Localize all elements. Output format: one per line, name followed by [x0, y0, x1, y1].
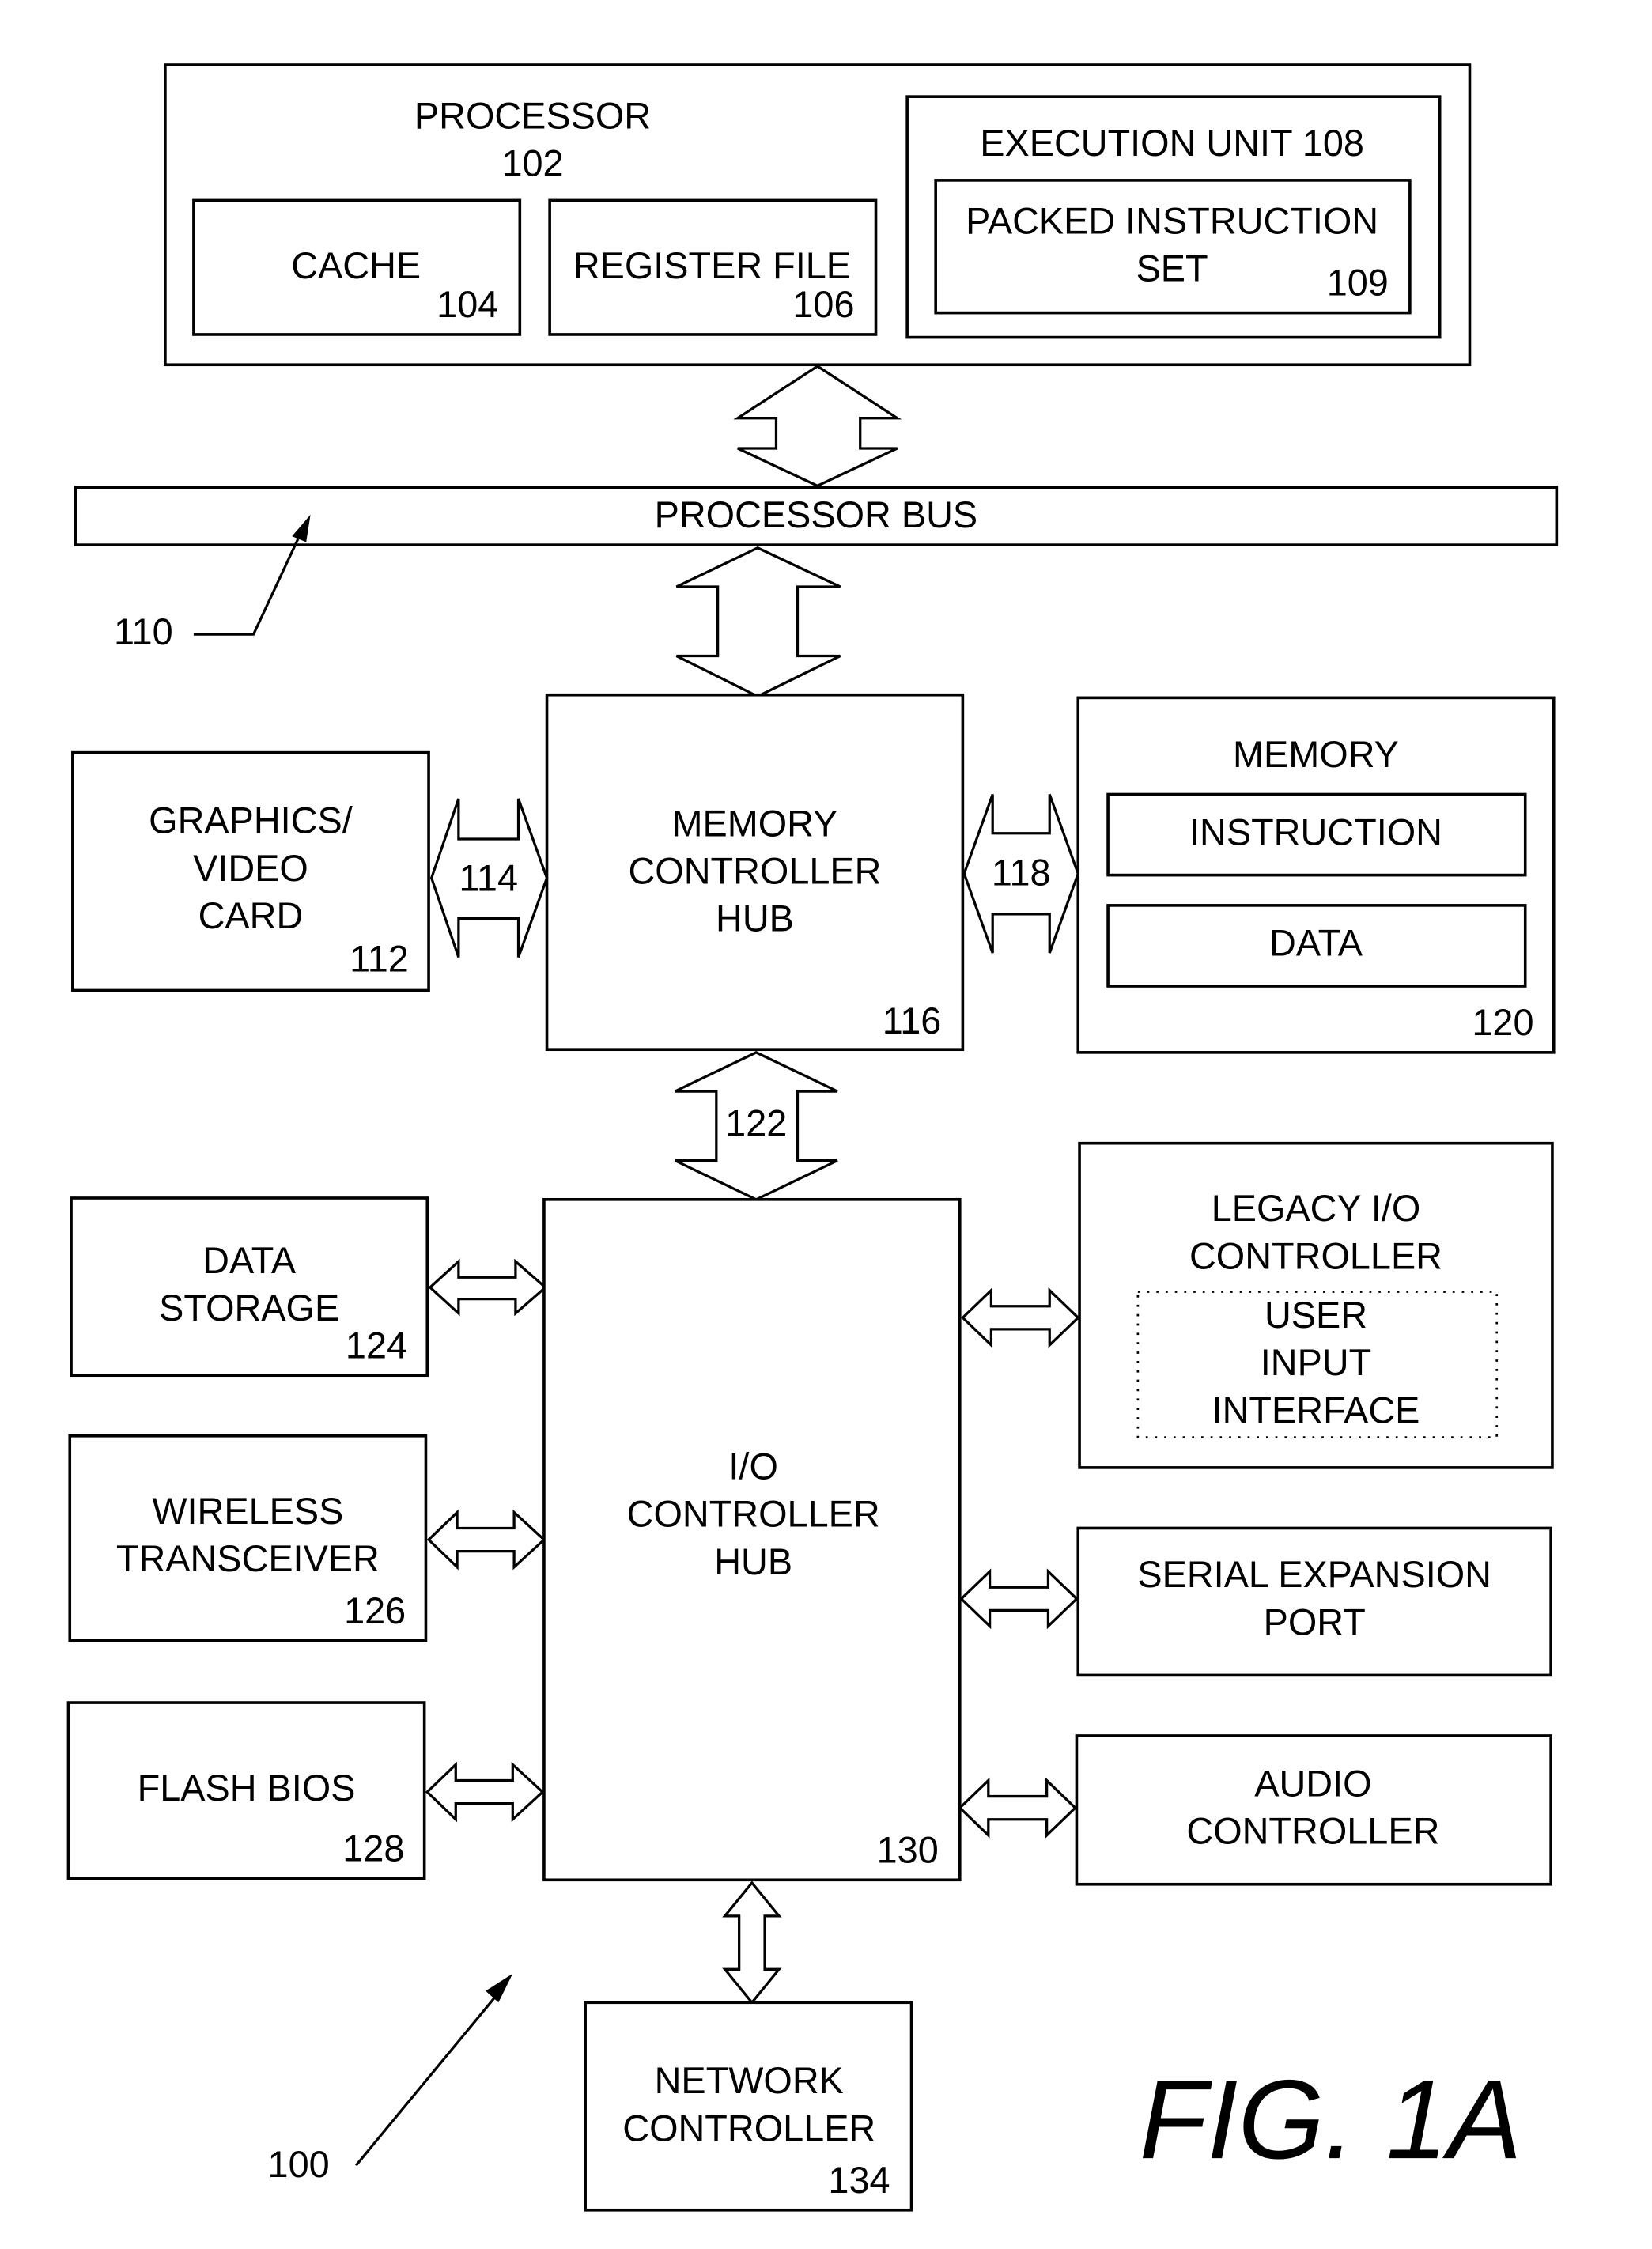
processor-ref: 102 [501, 142, 563, 183]
system-ref: 100 [268, 2143, 330, 2185]
graphics-ref: 112 [350, 937, 409, 979]
ich-line3: HUB [714, 1540, 792, 1582]
register-file-label: REGISTER FILE [573, 244, 851, 286]
serial-line2: PORT [1264, 1601, 1366, 1642]
ich-line1: I/O [728, 1445, 777, 1487]
packed-instruction-line1: PACKED INSTRUCTION [966, 199, 1378, 241]
ich-line2: CONTROLLER [627, 1492, 880, 1534]
legacy-io-arrow [961, 1287, 1080, 1348]
data-storage-arrow [428, 1258, 548, 1317]
mch-line3: HUB [716, 897, 794, 939]
audio-controller-block: AUDIO CONTROLLER [1075, 1734, 1552, 1886]
audio-line2: CONTROLLER [1186, 1809, 1439, 1851]
wireless-line2: TRANSCEIVER [116, 1537, 380, 1579]
processor-block: PROCESSOR 102 CACHE 104 REGISTER FILE 10… [164, 63, 1472, 367]
user-input-line2: INPUT [1261, 1341, 1371, 1383]
packed-instruction-ref: 109 [1327, 261, 1389, 303]
audio-line1: AUDIO [1254, 1762, 1371, 1804]
cache-ref: 104 [437, 283, 498, 325]
memory-title: MEMORY [1233, 733, 1399, 775]
execution-unit-label: EXECUTION UNIT 108 [980, 122, 1364, 164]
arrowhead-icon [486, 1973, 513, 2003]
ich-ref: 130 [877, 1828, 939, 1870]
user-input-line3: INTERFACE [1212, 1389, 1420, 1431]
graphics-line1: GRAPHICS/ [149, 799, 353, 841]
data-storage-line2: STORAGE [159, 1287, 339, 1329]
hub-link-ref: 122 [725, 1102, 787, 1143]
processor-title: PROCESSOR [414, 94, 651, 136]
serial-expansion-arrow [959, 1568, 1079, 1630]
audio-arrow [958, 1777, 1078, 1839]
graphics-card-block: GRAPHICS/ VIDEO CARD 112 [71, 750, 430, 992]
data-storage-line1: DATA [202, 1239, 296, 1281]
legacy-io-line1: LEGACY I/O [1212, 1187, 1421, 1229]
graphics-line3: CARD [198, 894, 304, 936]
network-ref: 134 [828, 2159, 890, 2201]
serial-line1: SERIAL EXPANSION [1137, 1553, 1491, 1595]
system-ref-callout: 100 [268, 1973, 513, 2185]
processor-bus-label: PROCESSOR BUS [655, 493, 977, 535]
user-input-line1: USER [1265, 1294, 1367, 1336]
serial-expansion-port-block: SERIAL EXPANSION PORT [1076, 1526, 1552, 1677]
flash-bios-label: FLASH BIOS [138, 1767, 356, 1809]
memory-block: MEMORY INSTRUCTION DATA 120 [1076, 696, 1556, 1054]
figure-label: FIG. 1A [1140, 2056, 1522, 2182]
system-leader-line [354, 1988, 503, 2167]
data-label: DATA [1269, 921, 1363, 963]
processor-bus-arrow [733, 365, 902, 488]
wireless-arrow [426, 1509, 546, 1571]
flash-bios-arrow [425, 1761, 545, 1823]
wireless-ref: 126 [344, 1589, 406, 1631]
network-line2: CONTROLLER [622, 2107, 875, 2149]
mch-ref: 116 [883, 1000, 942, 1041]
data-storage-block: DATA STORAGE 124 [70, 1196, 429, 1378]
graphics-link-ref: 114 [459, 856, 518, 898]
graphics-line2: VIDEO [193, 847, 308, 889]
flash-bios-ref: 128 [342, 1827, 404, 1869]
memory-link-ref: 118 [992, 851, 1051, 893]
mch-line1: MEMORY [672, 802, 838, 844]
wireless-line1: WIRELESS [152, 1490, 343, 1532]
cache-label: CACHE [291, 244, 421, 286]
mch-line2: CONTROLLER [628, 849, 881, 891]
block-diagram: PROCESSOR 102 CACHE 104 REGISTER FILE 10… [66, 63, 1559, 2212]
ich-network-arrow [722, 1880, 782, 2005]
memory-controller-hub-block: MEMORY CONTROLLER HUB 116 [545, 693, 965, 1052]
legacy-io-line2: CONTROLLER [1189, 1234, 1442, 1276]
wireless-transceiver-block: WIRELESS TRANSCEIVER 126 [68, 1434, 428, 1642]
io-controller-hub-block: I/O CONTROLLER HUB 130 [542, 1197, 962, 1882]
bus-mch-arrow [675, 546, 841, 698]
network-controller-block: NETWORK CONTROLLER 134 [584, 2001, 913, 2212]
network-line1: NETWORK [655, 2059, 844, 2101]
data-storage-ref: 124 [346, 1324, 407, 1366]
flash-bios-block: FLASH BIOS 128 [66, 1701, 426, 1880]
processor-bus-ref: 110 [114, 610, 173, 652]
legacy-io-controller-block: LEGACY I/O CONTROLLER USER INPUT INTERFA… [1078, 1141, 1554, 1469]
register-file-ref: 106 [792, 283, 854, 325]
memory-ref: 120 [1472, 1001, 1533, 1043]
instruction-label: INSTRUCTION [1189, 811, 1442, 852]
packed-instruction-line2: SET [1136, 247, 1208, 289]
